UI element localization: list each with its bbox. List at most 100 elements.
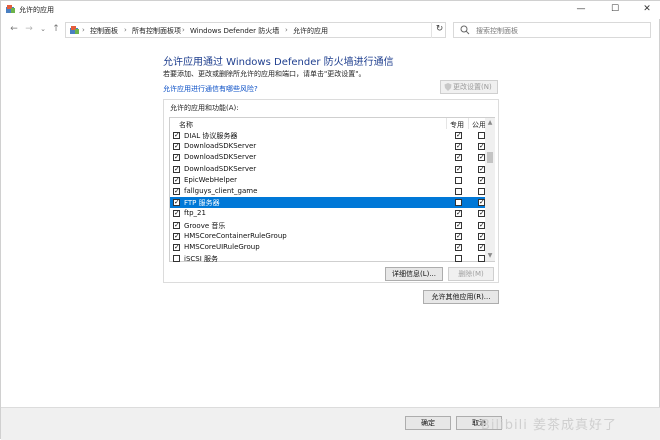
app-row[interactable]: DownloadSDKServer (170, 152, 485, 163)
back-icon[interactable]: ← (9, 24, 19, 35)
app-enabled-checkbox[interactable] (173, 165, 180, 173)
minimize-button[interactable]: — (567, 3, 595, 17)
list-header: 名称 专用 公用 (170, 118, 486, 130)
app-row[interactable]: EpicWebHelper (170, 175, 485, 186)
app-enabled-checkbox[interactable] (173, 188, 180, 195)
refresh-icon[interactable]: ↻ (431, 22, 447, 38)
app-name: ftp_21 (184, 209, 206, 218)
app-row[interactable]: DIAL 协议服务器 (170, 130, 485, 141)
app-enabled-checkbox[interactable] (173, 255, 180, 263)
breadcrumb-all-items[interactable]: 所有控制面板项 (132, 26, 181, 36)
private-checkbox[interactable] (455, 232, 462, 240)
column-header-private[interactable]: 专用 (450, 120, 464, 130)
app-name: DownloadSDKServer (184, 153, 257, 162)
window: 允许的应用 — ☐ ✕ ← → ⌄ ↑ › 控制面板 › 所有控制面板项 › W… (0, 0, 660, 440)
app-row[interactable]: iSCSI 服务 (170, 253, 485, 264)
ok-button[interactable]: 确定 (405, 416, 451, 430)
remove-button[interactable]: 删除(M) (448, 267, 494, 281)
app-name: DownloadSDKServer (184, 142, 257, 151)
public-checkbox[interactable] (478, 232, 485, 240)
watermark: Bilibili 姜茶成真好了 (481, 418, 617, 433)
app-row[interactable]: FTP 服务器 (170, 197, 485, 209)
breadcrumb-control-panel[interactable]: 控制面板 (90, 26, 118, 36)
private-checkbox[interactable] (455, 199, 462, 207)
public-checkbox[interactable] (478, 154, 485, 162)
search-icon (460, 25, 470, 35)
public-checkbox[interactable] (478, 143, 485, 151)
change-settings-button[interactable]: 更改设置(N) (440, 80, 498, 94)
public-checkbox[interactable] (478, 165, 485, 173)
column-divider[interactable] (446, 118, 447, 129)
private-checkbox[interactable] (455, 210, 462, 218)
recent-locations-icon[interactable]: ⌄ (38, 24, 48, 35)
app-row[interactable]: fallguys_client_game (170, 186, 485, 197)
allowed-apps-group: 允许的应用和功能(A): 名称 专用 公用 DIAL 协议服务器 Download… (163, 99, 499, 283)
private-checkbox[interactable] (455, 255, 462, 263)
scrollbar-thumb[interactable] (487, 152, 493, 163)
breadcrumb-separator-icon: › (285, 26, 288, 34)
forward-icon[interactable]: → (24, 24, 34, 35)
app-name: iSCSI 服务 (184, 255, 219, 264)
close-button[interactable]: ✕ (633, 3, 660, 17)
title-bar: 允许的应用 — ☐ ✕ (1, 1, 660, 19)
private-checkbox[interactable] (455, 176, 462, 184)
column-divider[interactable] (468, 118, 469, 129)
private-checkbox[interactable] (455, 188, 462, 195)
scroll-down-icon[interactable]: ▼ (485, 251, 495, 261)
breadcrumb-separator-icon: › (82, 26, 85, 34)
public-checkbox[interactable] (478, 176, 485, 184)
page-title: 允许应用通过 Windows Defender 防火墙进行通信 (163, 57, 394, 68)
private-checkbox[interactable] (455, 132, 462, 139)
risk-link[interactable]: 允许应用进行通信有哪些风险? (163, 84, 258, 94)
app-row[interactable]: Groove 音乐 (170, 220, 485, 231)
app-enabled-checkbox[interactable] (173, 143, 180, 151)
app-row[interactable]: ftp_21 (170, 208, 485, 219)
app-enabled-checkbox[interactable] (173, 244, 180, 251)
app-row[interactable]: HMSCoreContainerRuleGroup (170, 231, 485, 242)
app-enabled-checkbox[interactable] (173, 132, 180, 139)
scroll-up-icon[interactable]: ▲ (485, 118, 495, 128)
app-row[interactable]: DownloadSDKServer (170, 164, 485, 175)
maximize-button[interactable]: ☐ (601, 3, 629, 17)
app-name: DIAL 协议服务器 (184, 132, 238, 140)
app-name: HMSCoreUIRuleGroup (184, 243, 260, 251)
search-input[interactable]: 搜索控制面板 (453, 22, 651, 38)
search-placeholder: 搜索控制面板 (476, 27, 518, 35)
list-scrollbar[interactable]: ▲ ▼ (485, 118, 495, 261)
public-checkbox[interactable] (478, 132, 485, 139)
column-header-public[interactable]: 公用 (472, 120, 486, 130)
address-bar[interactable]: › 控制面板 › 所有控制面板项 › Windows Defender 防火墙 … (65, 22, 485, 38)
app-enabled-checkbox[interactable] (173, 199, 180, 207)
breadcrumb-firewall[interactable]: Windows Defender 防火墙 (190, 26, 279, 36)
change-settings-label: 更改设置(N) (453, 83, 492, 91)
control-panel-icon (6, 5, 15, 13)
up-icon[interactable]: ↑ (51, 24, 61, 35)
private-checkbox[interactable] (455, 143, 462, 151)
app-row[interactable]: HMSCoreUIRuleGroup (170, 242, 485, 253)
details-button[interactable]: 详细信息(L)... (385, 267, 443, 281)
app-enabled-checkbox[interactable] (173, 176, 180, 184)
app-enabled-checkbox[interactable] (173, 221, 180, 229)
app-name: fallguys_client_game (184, 187, 258, 195)
app-enabled-checkbox[interactable] (173, 210, 180, 218)
public-checkbox[interactable] (478, 244, 485, 251)
breadcrumb-separator-icon: › (182, 26, 185, 34)
public-checkbox[interactable] (478, 188, 485, 195)
public-checkbox[interactable] (478, 221, 485, 229)
public-checkbox[interactable] (478, 255, 485, 263)
app-enabled-checkbox[interactable] (173, 232, 180, 240)
allowed-apps-list[interactable]: 名称 专用 公用 DIAL 协议服务器 DownloadSDKServer Down… (169, 117, 495, 264)
column-header-name[interactable]: 名称 (179, 120, 193, 130)
private-checkbox[interactable] (455, 221, 462, 229)
breadcrumb-allowed-apps[interactable]: 允许的应用 (293, 26, 328, 36)
public-checkbox[interactable] (478, 199, 485, 207)
page-description: 若要添加、更改或删除所允许的应用和端口，请单击"更改设置"。 (163, 70, 366, 78)
app-row[interactable]: DownloadSDKServer (170, 141, 485, 152)
public-checkbox[interactable] (478, 210, 485, 218)
allow-other-app-button[interactable]: 允许其他应用(R)... (423, 290, 499, 304)
private-checkbox[interactable] (455, 154, 462, 162)
app-enabled-checkbox[interactable] (173, 154, 180, 162)
private-checkbox[interactable] (455, 165, 462, 173)
app-name: DownloadSDKServer (184, 164, 257, 173)
private-checkbox[interactable] (455, 244, 462, 251)
